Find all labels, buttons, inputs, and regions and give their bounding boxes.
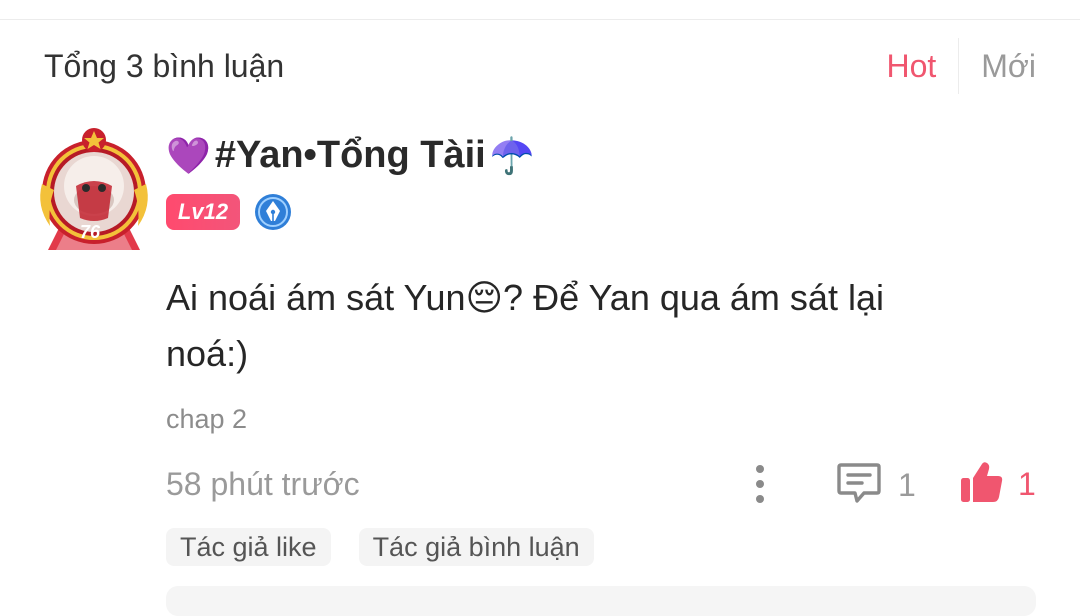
timestamp: 58 phút trước bbox=[166, 466, 360, 502]
tag-author-like: Tác giả like bbox=[166, 528, 331, 566]
more-vertical-icon[interactable] bbox=[746, 462, 774, 506]
chapter-label[interactable]: chap 2 bbox=[166, 404, 247, 435]
avatar[interactable]: 76 bbox=[34, 126, 154, 254]
username[interactable]: 💜 #Yan•Tổng Tàii ☂️ bbox=[166, 134, 535, 177]
comment-content: Ai noái ám sát Yun😔? Để Yan qua ám sát l… bbox=[166, 270, 1006, 382]
user-badges: Lv12 bbox=[166, 192, 292, 232]
comment-count: Tổng 3 bình luận bbox=[44, 48, 285, 84]
umbrella-emoji: ☂️ bbox=[489, 134, 535, 176]
sort-hot-tab[interactable]: Hot bbox=[886, 48, 958, 85]
reply-button[interactable]: 1 bbox=[836, 462, 916, 508]
level-badge: Lv12 bbox=[166, 194, 240, 230]
purple-heart-emoji: 💜 bbox=[166, 134, 211, 176]
comment-bubble-icon bbox=[836, 461, 882, 510]
like-button[interactable]: 1 bbox=[958, 460, 1036, 508]
replies-preview-box[interactable] bbox=[166, 586, 1036, 616]
comments-header: Tổng 3 bình luận Hot Mới bbox=[44, 38, 1036, 94]
like-count: 1 bbox=[1018, 465, 1036, 502]
comment-content-line-2: noá:) bbox=[166, 333, 249, 374]
thumbs-up-icon bbox=[958, 460, 1004, 509]
reply-count: 1 bbox=[898, 466, 916, 503]
top-divider bbox=[0, 19, 1080, 20]
avatar-frame-number: 76 bbox=[80, 222, 101, 242]
sort-tabs: Hot Mới bbox=[886, 38, 1036, 94]
author-tags: Tác giả like Tác giả bình luận bbox=[166, 528, 622, 566]
pen-nib-badge-icon bbox=[254, 193, 292, 231]
username-text: #Yan•Tổng Tàii bbox=[214, 134, 486, 176]
tag-author-comment: Tác giả bình luận bbox=[358, 528, 594, 566]
comment-content-line-1: Ai noái ám sát Yun😔? Để Yan qua ám sát l… bbox=[166, 277, 884, 318]
sort-new-tab[interactable]: Mới bbox=[959, 48, 1036, 85]
